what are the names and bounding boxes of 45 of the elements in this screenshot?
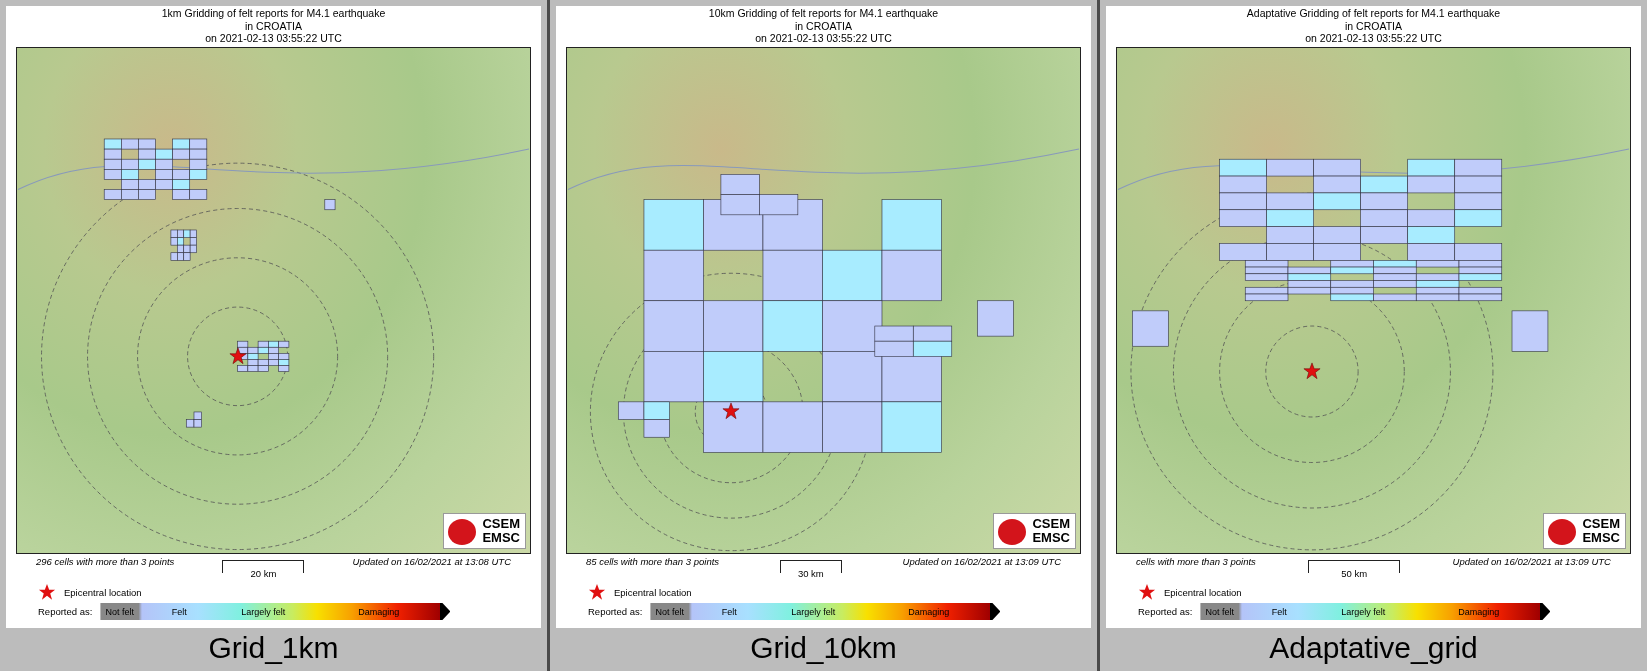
intensity-label: Not felt (1204, 606, 1235, 617)
cells-count-note: 296 cells with more than 3 points (36, 556, 175, 567)
intensity-label: Not felt (104, 606, 135, 617)
logo-text: EMSC (1032, 531, 1070, 545)
cells-count-note: 85 cells with more than 3 points (586, 556, 720, 567)
star-icon (588, 583, 606, 601)
epicenter-star-icon (1302, 362, 1321, 380)
map-title: 1km Gridding of felt reports for M4.1 earthquake in CROATIA on 2021-02-13 03:55:22 UTC (160, 6, 387, 46)
panel-caption: Grid_10km (749, 630, 898, 666)
legend-label: Reported as: (1138, 606, 1193, 617)
intensity-label: Felt (720, 606, 738, 617)
intensity-label: Largely felt (1340, 606, 1387, 617)
star-icon (1138, 583, 1156, 601)
legend-label: Epicentral location (64, 586, 142, 598)
panel-caption: Grid_1km (207, 630, 340, 666)
intensity-label: Felt (170, 606, 188, 617)
intensity-label: Felt (1270, 606, 1288, 617)
legend-label: Epicentral location (614, 586, 692, 598)
panel-caption: Adaptative_grid (1268, 630, 1479, 666)
star-icon (38, 583, 56, 601)
logo-text: EMSC (482, 531, 520, 545)
logo-globe-icon (448, 519, 477, 545)
legend-label: Epicentral location (1164, 586, 1242, 598)
epicenter-star-icon (722, 402, 741, 421)
intensity-label: Not felt (654, 606, 685, 617)
legend-label: Reported as: (38, 606, 93, 617)
updated-note: Updated on 16/02/2021 at 13:08 UTC (352, 556, 511, 567)
logo-globe-icon (998, 519, 1027, 545)
logo-globe-icon (1548, 519, 1577, 545)
map-title: 10km Gridding of felt reports for M4.1 earthquake in CROATIA on 2021-02-13 03:55:22 UTC (707, 6, 940, 46)
updated-note: Updated on 16/02/2021 at 13:09 UTC (1452, 556, 1611, 567)
legend-label: Reported as: (588, 606, 643, 617)
intensity-label: Largely felt (790, 606, 837, 617)
intensity-label: Damaging (1457, 606, 1501, 617)
logo-text: CSEM (1582, 517, 1620, 531)
map-title: Adaptative Gridding of felt reports for M4.1 earthquake in CROATIA on 2021-02-13 03:55:22 UTC (1245, 6, 1502, 46)
logo-text: EMSC (1582, 531, 1620, 545)
intensity-label: Largely felt (240, 606, 287, 617)
cells-count-note: cells with more than 3 points (1136, 556, 1256, 567)
intensity-label: Damaging (907, 606, 951, 617)
epicenter-star-icon (228, 346, 247, 365)
updated-note: Updated on 16/02/2021 at 13:09 UTC (902, 556, 1061, 567)
intensity-label: Damaging (357, 606, 401, 617)
logo-text: CSEM (482, 517, 520, 531)
logo-text: CSEM (1032, 517, 1070, 531)
